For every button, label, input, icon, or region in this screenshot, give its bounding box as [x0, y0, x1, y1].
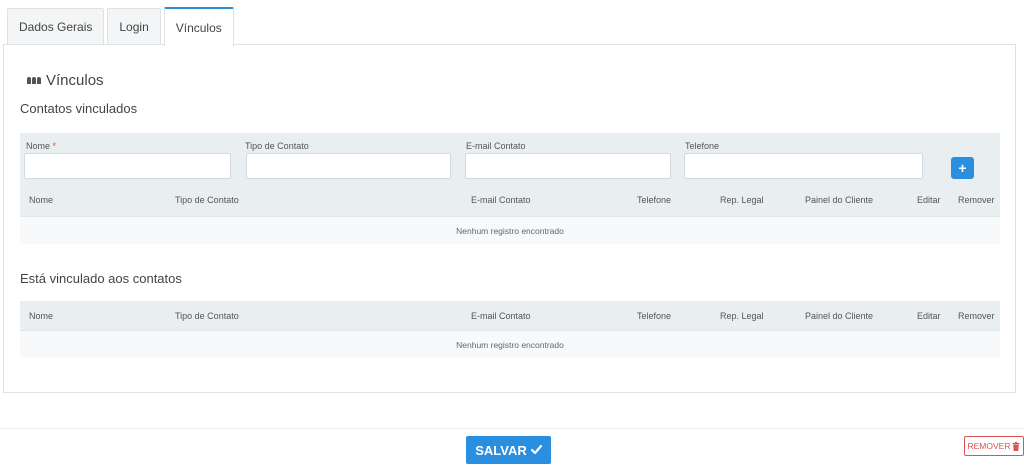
trash-icon [1012, 441, 1020, 451]
people-icon [27, 77, 41, 84]
col-rep-legal: Rep. Legal [720, 194, 764, 205]
col-editar: Editar [917, 194, 941, 205]
required-mark: * [52, 141, 57, 151]
type-label: Tipo de Contato [245, 141, 309, 151]
remove-button[interactable]: REMOVER [964, 436, 1024, 456]
footer-divider [0, 428, 1024, 429]
tab-bar: Dados Gerais Login Vínculos [7, 6, 237, 46]
add-contact-button[interactable]: + [951, 157, 974, 179]
col-editar: Editar [917, 310, 941, 321]
table-header: Nome Tipo de Contato E-mail Contato Tele… [20, 183, 1000, 216]
table-header: Nome Tipo de Contato E-mail Contato Tele… [20, 301, 1000, 330]
col-email: E-mail Contato [471, 310, 531, 321]
col-rep-legal: Rep. Legal [720, 310, 764, 321]
add-contact-form: Nome * Tipo de Contato E-mail Contato Te… [20, 133, 1000, 183]
tab-login[interactable]: Login [107, 8, 161, 45]
col-remover: Remover [958, 194, 995, 205]
name-input[interactable] [24, 153, 231, 179]
col-tipo: Tipo de Contato [175, 194, 239, 205]
phone-label: Telefone [685, 141, 720, 151]
section-title: Vínculos [27, 72, 104, 89]
phone-input[interactable] [684, 153, 923, 179]
linked-to-title: Está vinculado aos contatos [20, 271, 182, 286]
linked-to-grid: Nome Tipo de Contato E-mail Contato Tele… [20, 301, 1000, 358]
col-telefone: Telefone [637, 310, 672, 321]
col-painel: Painel do Cliente [805, 310, 874, 321]
type-input[interactable] [246, 153, 451, 179]
col-remover: Remover [958, 310, 995, 321]
col-email: E-mail Contato [471, 194, 531, 205]
save-button[interactable]: SALVAR [466, 436, 551, 464]
email-label: E-mail Contato [466, 141, 526, 151]
save-label: SALVAR [475, 442, 527, 458]
col-tipo: Tipo de Contato [175, 310, 239, 321]
tab-dados-gerais[interactable]: Dados Gerais [7, 8, 105, 45]
col-nome: Nome [29, 310, 54, 321]
col-painel: Painel do Cliente [805, 194, 874, 205]
tab-vinculos[interactable]: Vínculos [163, 7, 234, 46]
vinculos-panel: Vínculos Contatos vinculados Nome * Tipo… [3, 44, 1016, 393]
empty-message: Nenhum registro encontrado [20, 216, 1000, 244]
empty-message: Nenhum registro encontrado [20, 330, 1000, 358]
linked-contacts-title: Contatos vinculados [20, 101, 138, 116]
name-label: Nome * [26, 141, 57, 151]
remove-label: REMOVER [967, 441, 1011, 451]
email-input[interactable] [465, 153, 671, 179]
col-nome: Nome [29, 194, 54, 205]
linked-contacts-grid: Nome * Tipo de Contato E-mail Contato Te… [20, 133, 1000, 244]
section-title-text: Vínculos [46, 72, 104, 89]
col-telefone: Telefone [637, 194, 672, 205]
checkmark-icon [530, 445, 542, 455]
